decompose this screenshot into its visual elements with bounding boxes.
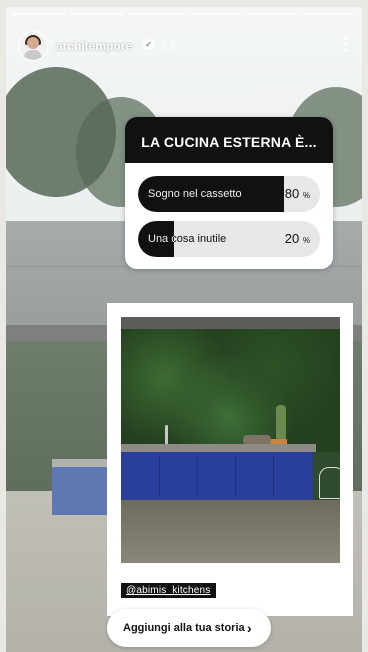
poll-option-2-percent-value: 20	[284, 231, 300, 246]
post-time: 2 h	[160, 39, 177, 53]
progress-segment	[70, 13, 124, 15]
story-frame[interactable]: architempore ✓ 2 h LA CUCINA ESTERNA È..…	[6, 7, 362, 652]
add-to-story-label: Aggiungi alla tua storia	[123, 622, 245, 634]
avatar[interactable]	[18, 31, 48, 61]
progress-segment	[244, 13, 298, 15]
photo-plant	[276, 405, 286, 441]
cabinet-door-seam	[273, 455, 274, 497]
poll-option-1-label: Sogno nel cassetto	[148, 188, 242, 200]
progress-segment	[12, 13, 66, 15]
more-dot	[343, 49, 347, 52]
poll-option-2-percent: 20 %	[285, 221, 310, 257]
photo-cabinet	[121, 452, 313, 500]
avatar-body	[24, 50, 42, 60]
photo-faucet	[165, 425, 168, 445]
username[interactable]: architempore	[56, 39, 132, 53]
poll-option-1[interactable]: Sogno nel cassetto 80 %	[138, 176, 320, 212]
add-to-story-button[interactable]: Aggiungi alla tua storia ›	[107, 609, 271, 647]
post-photo[interactable]	[121, 317, 340, 563]
poll-option-1-percent: 80 %	[285, 176, 310, 212]
progress-segment	[302, 13, 356, 15]
poll-option-2-percent-sign: %	[302, 236, 310, 245]
photo-countertop	[121, 444, 316, 452]
poll-option-1-percent-sign: %	[302, 191, 310, 200]
poll-option-2-label: Una cosa inutile	[148, 233, 227, 245]
chevron-right-icon: ›	[247, 620, 252, 636]
mention-tag[interactable]: @abimis_kitchens	[121, 583, 216, 598]
avatar-face	[27, 37, 39, 49]
verified-badge-icon: ✓	[143, 39, 154, 50]
photo-foliage	[121, 329, 340, 452]
more-dot	[343, 43, 347, 46]
poll-question: LA CUCINA ESTERNA È...	[125, 117, 333, 163]
cabinet-door-seam	[159, 455, 160, 497]
cabinet-door-seam	[235, 455, 236, 497]
photo-chair	[319, 467, 340, 499]
photo-roof	[121, 317, 340, 329]
poll-sticker: LA CUCINA ESTERNA È... Sogno nel cassett…	[125, 117, 333, 269]
story-progress	[12, 13, 356, 16]
more-dot	[343, 37, 347, 40]
progress-segment	[128, 13, 182, 15]
poll-option-1-percent-value: 80	[284, 186, 300, 201]
progress-segment	[186, 13, 240, 15]
photo-floor	[121, 500, 340, 563]
poll-option-2[interactable]: Una cosa inutile 20 %	[138, 221, 320, 257]
cabinet-door-seam	[197, 455, 198, 497]
more-vertical-icon[interactable]	[340, 37, 350, 55]
shared-post-card[interactable]: @abimis_kitchens	[107, 303, 353, 616]
